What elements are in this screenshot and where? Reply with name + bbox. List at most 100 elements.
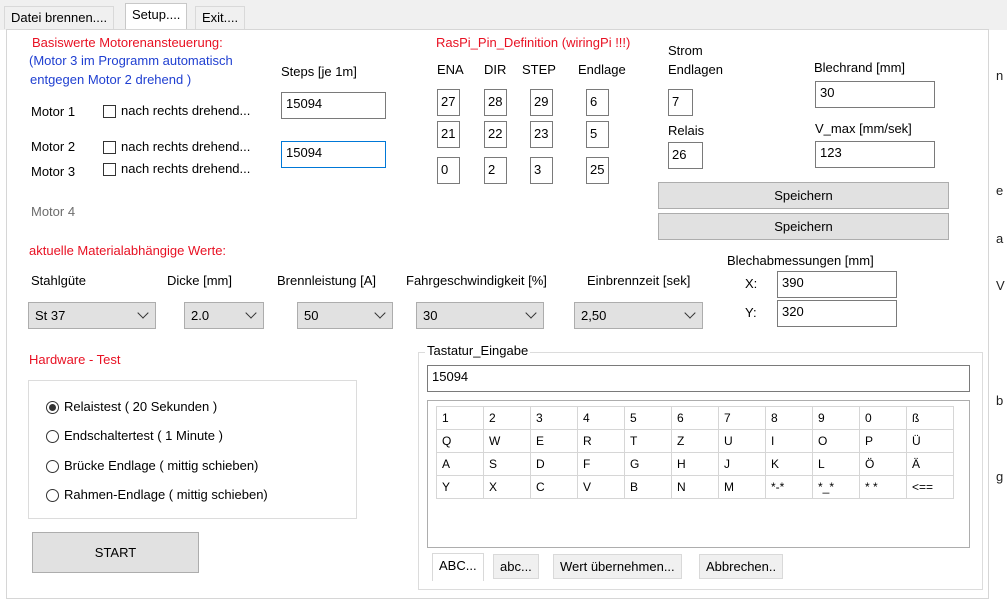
key[interactable]: G <box>624 452 672 476</box>
key[interactable]: F <box>577 452 625 476</box>
key[interactable]: N <box>671 475 719 499</box>
key[interactable]: <== <box>906 475 954 499</box>
motor2-checkbox[interactable] <box>103 141 116 154</box>
motor1-check-label[interactable]: nach rechts drehend... <box>121 103 250 118</box>
x-input[interactable]: 390 <box>777 271 897 298</box>
blech-label: Blechabmessungen [mm] <box>727 253 874 268</box>
key[interactable]: L <box>812 452 860 476</box>
key[interactable]: 6 <box>671 406 719 430</box>
dicke-label: Dicke [mm] <box>167 273 232 288</box>
strom-label-line2: Endlagen <box>668 62 723 77</box>
key[interactable]: H <box>671 452 719 476</box>
pin-endlage-1[interactable]: 6 <box>586 89 609 116</box>
key[interactable]: Y <box>436 475 484 499</box>
save-button-1[interactable]: Speichern <box>658 182 949 209</box>
pin-step-1[interactable]: 29 <box>530 89 553 116</box>
subtab-abc-upper[interactable]: ABC... <box>432 553 484 581</box>
key[interactable]: Ä <box>906 452 954 476</box>
key[interactable]: * * <box>859 475 907 499</box>
einbrenn-select[interactable]: 2,50 <box>574 302 703 329</box>
pin-step-2[interactable]: 23 <box>530 121 553 148</box>
pin-endlage-2[interactable]: 5 <box>586 121 609 148</box>
fahr-select[interactable]: 30 <box>416 302 544 329</box>
key[interactable]: Ö <box>859 452 907 476</box>
subtab-wert-uebernehmen[interactable]: Wert übernehmen... <box>553 554 682 579</box>
brenn-select[interactable]: 50 <box>297 302 393 329</box>
key[interactable]: 1 <box>436 406 484 430</box>
key[interactable]: X <box>483 475 531 499</box>
tab-setup[interactable]: Setup.... <box>125 3 188 30</box>
key[interactable]: Q <box>436 429 484 453</box>
key[interactable]: D <box>530 452 578 476</box>
raspi-title: RasPi_Pin_Definition (wiringPi !!!) <box>436 35 631 50</box>
steps2-input[interactable]: 15094 <box>281 141 386 168</box>
key[interactable]: C <box>530 475 578 499</box>
pin-dir-3[interactable]: 2 <box>484 157 507 184</box>
pin-endlage-3[interactable]: 25 <box>586 157 609 184</box>
key[interactable]: K <box>765 452 813 476</box>
y-label: Y: <box>745 305 757 320</box>
key[interactable]: U <box>718 429 766 453</box>
blechrand-input[interactable]: 30 <box>815 81 935 108</box>
key[interactable]: 7 <box>718 406 766 430</box>
subtab-abbrechen[interactable]: Abbrechen.. <box>699 554 784 579</box>
key[interactable]: J <box>718 452 766 476</box>
radio-rahmen-endlage[interactable] <box>46 489 59 502</box>
start-button[interactable]: START <box>32 532 199 573</box>
key[interactable]: *-* <box>765 475 813 499</box>
key[interactable]: B <box>624 475 672 499</box>
pin-ena-2[interactable]: 21 <box>437 121 460 148</box>
stahl-select[interactable]: St 37 <box>28 302 156 329</box>
motor1-checkbox[interactable] <box>103 105 116 118</box>
key[interactable]: 3 <box>530 406 578 430</box>
strom-input[interactable]: 7 <box>668 89 693 116</box>
keyboard-input[interactable]: 15094 <box>427 365 970 392</box>
key[interactable]: 8 <box>765 406 813 430</box>
save-button-2[interactable]: Speichern <box>658 213 949 240</box>
pin-step-3[interactable]: 3 <box>530 157 553 184</box>
key[interactable]: 4 <box>577 406 625 430</box>
vmax-label: V_max [mm/sek] <box>815 121 912 136</box>
radio-endschaltertest[interactable] <box>46 430 59 443</box>
key[interactable]: ß <box>906 406 954 430</box>
key[interactable]: 9 <box>812 406 860 430</box>
key[interactable]: W <box>483 429 531 453</box>
key[interactable]: V <box>577 475 625 499</box>
key[interactable]: 5 <box>624 406 672 430</box>
vmax-input[interactable]: 123 <box>815 141 935 168</box>
subtab-abc-lower[interactable]: abc... <box>493 554 539 579</box>
tab-datei-brennen[interactable]: Datei brennen.... <box>4 6 115 29</box>
key[interactable]: 2 <box>483 406 531 430</box>
key[interactable]: A <box>436 452 484 476</box>
radio-bruecke-endlage[interactable] <box>46 460 59 473</box>
pin-ena-3[interactable]: 0 <box>437 157 460 184</box>
key[interactable]: I <box>765 429 813 453</box>
radio-rahmen-endlage-label[interactable]: Rahmen-Endlage ( mittig schieben) <box>64 487 268 502</box>
radio-bruecke-endlage-label[interactable]: Brücke Endlage ( mittig schieben) <box>64 458 258 473</box>
steps1-input[interactable]: 15094 <box>281 92 386 119</box>
key[interactable]: E <box>530 429 578 453</box>
motor3-check-label[interactable]: nach rechts drehend... <box>121 161 250 176</box>
tab-exit[interactable]: Exit.... <box>195 6 246 29</box>
motor2-check-label[interactable]: nach rechts drehend... <box>121 139 250 154</box>
dicke-select[interactable]: 2.0 <box>184 302 264 329</box>
key[interactable]: Z <box>671 429 719 453</box>
radio-endschaltertest-label[interactable]: Endschaltertest ( 1 Minute ) <box>64 428 223 443</box>
relais-input[interactable]: 26 <box>668 142 703 169</box>
key[interactable]: *_* <box>812 475 860 499</box>
key[interactable]: S <box>483 452 531 476</box>
motor3-checkbox[interactable] <box>103 163 116 176</box>
key[interactable]: M <box>718 475 766 499</box>
radio-relaistest-label[interactable]: Relaistest ( 20 Sekunden ) <box>64 399 217 414</box>
key[interactable]: P <box>859 429 907 453</box>
key[interactable]: R <box>577 429 625 453</box>
key[interactable]: T <box>624 429 672 453</box>
pin-dir-1[interactable]: 28 <box>484 89 507 116</box>
key[interactable]: 0 <box>859 406 907 430</box>
pin-dir-2[interactable]: 22 <box>484 121 507 148</box>
radio-relaistest[interactable] <box>46 401 59 414</box>
key[interactable]: Ü <box>906 429 954 453</box>
key[interactable]: O <box>812 429 860 453</box>
y-input[interactable]: 320 <box>777 300 897 327</box>
pin-ena-1[interactable]: 27 <box>437 89 460 116</box>
